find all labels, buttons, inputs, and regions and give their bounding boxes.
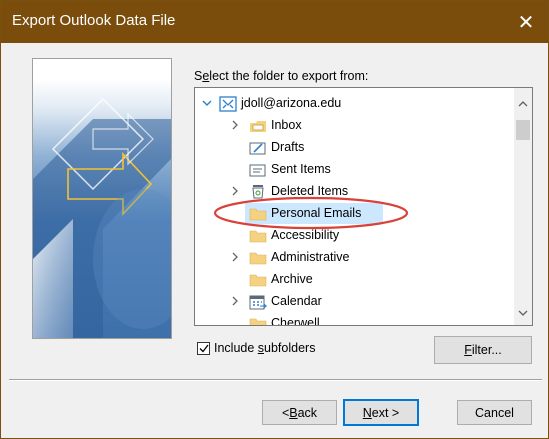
include-subfolders-checkbox[interactable]	[197, 341, 210, 355]
tree-root-account[interactable]: jdoll@arizona.edu	[195, 93, 515, 114]
folder-icon	[249, 229, 267, 243]
chevron-down-icon[interactable]	[201, 97, 213, 109]
next-button[interactable]: Next >	[343, 399, 419, 426]
chevron-right-icon[interactable]	[229, 251, 241, 263]
tree-item-label: Cherwell	[271, 316, 320, 326]
separator-highlight	[9, 380, 542, 381]
tree-item-archive[interactable]: Archive	[195, 269, 515, 290]
tree-item-label: Administrative	[271, 250, 350, 264]
cancel-button[interactable]: Cancel	[457, 400, 532, 425]
tree-item-sent-items[interactable]: Sent Items	[195, 159, 515, 180]
chevron-right-icon[interactable]	[229, 295, 241, 307]
scroll-up-icon[interactable]	[514, 96, 532, 112]
drafts-icon	[249, 141, 267, 155]
folder-icon	[249, 251, 267, 265]
scroll-down-icon[interactable]	[514, 305, 532, 321]
account-icon	[219, 96, 237, 112]
tree-item-label: Inbox	[271, 118, 302, 132]
tree-item-calendar[interactable]: Calendar	[195, 291, 515, 312]
title-bar: Export Outlook Data File ✕	[1, 1, 548, 43]
window-title: Export Outlook Data File	[12, 12, 176, 29]
folder-tree[interactable]: jdoll@arizona.edu Inbox Drafts Sent Item…	[194, 87, 533, 326]
tree-item-label: Accessibility	[271, 228, 340, 242]
include-subfolders-label: Include subfolders	[214, 341, 316, 355]
scroll-thumb[interactable]	[516, 120, 530, 140]
tree-item-label: Archive	[271, 272, 313, 286]
folder-icon	[249, 317, 267, 325]
tree-scrollbar[interactable]	[514, 88, 532, 325]
tree-root-label: jdoll@arizona.edu	[241, 96, 342, 110]
chevron-right-icon[interactable]	[229, 119, 241, 131]
tree-item-label: Calendar	[271, 294, 322, 308]
tree-item-inbox[interactable]: Inbox	[195, 115, 515, 136]
filter-button[interactable]: Filter...	[434, 336, 532, 364]
inbox-icon	[249, 119, 267, 133]
tree-item-cherwell[interactable]: Cherwell	[195, 313, 515, 326]
include-subfolders-checkbox-row[interactable]: Include subfolders	[197, 341, 315, 355]
back-button[interactable]: < Back	[262, 400, 337, 425]
sent-items-icon	[249, 163, 267, 177]
close-icon[interactable]: ✕	[504, 1, 548, 43]
folder-icon	[249, 273, 267, 287]
tree-item-label: Sent Items	[271, 162, 331, 176]
export-dialog: Export Outlook Data File ✕ Select the fo…	[0, 0, 549, 439]
calendar-icon	[249, 294, 268, 310]
folder-instruction-label: Select the folder to export from:	[194, 69, 369, 83]
wizard-banner-image	[32, 58, 172, 339]
tree-item-administrative[interactable]: Administrative	[195, 247, 515, 268]
tree-item-drafts[interactable]: Drafts	[195, 137, 515, 158]
tree-item-accessibility[interactable]: Accessibility	[195, 225, 515, 246]
tree-item-label: Drafts	[271, 140, 305, 154]
